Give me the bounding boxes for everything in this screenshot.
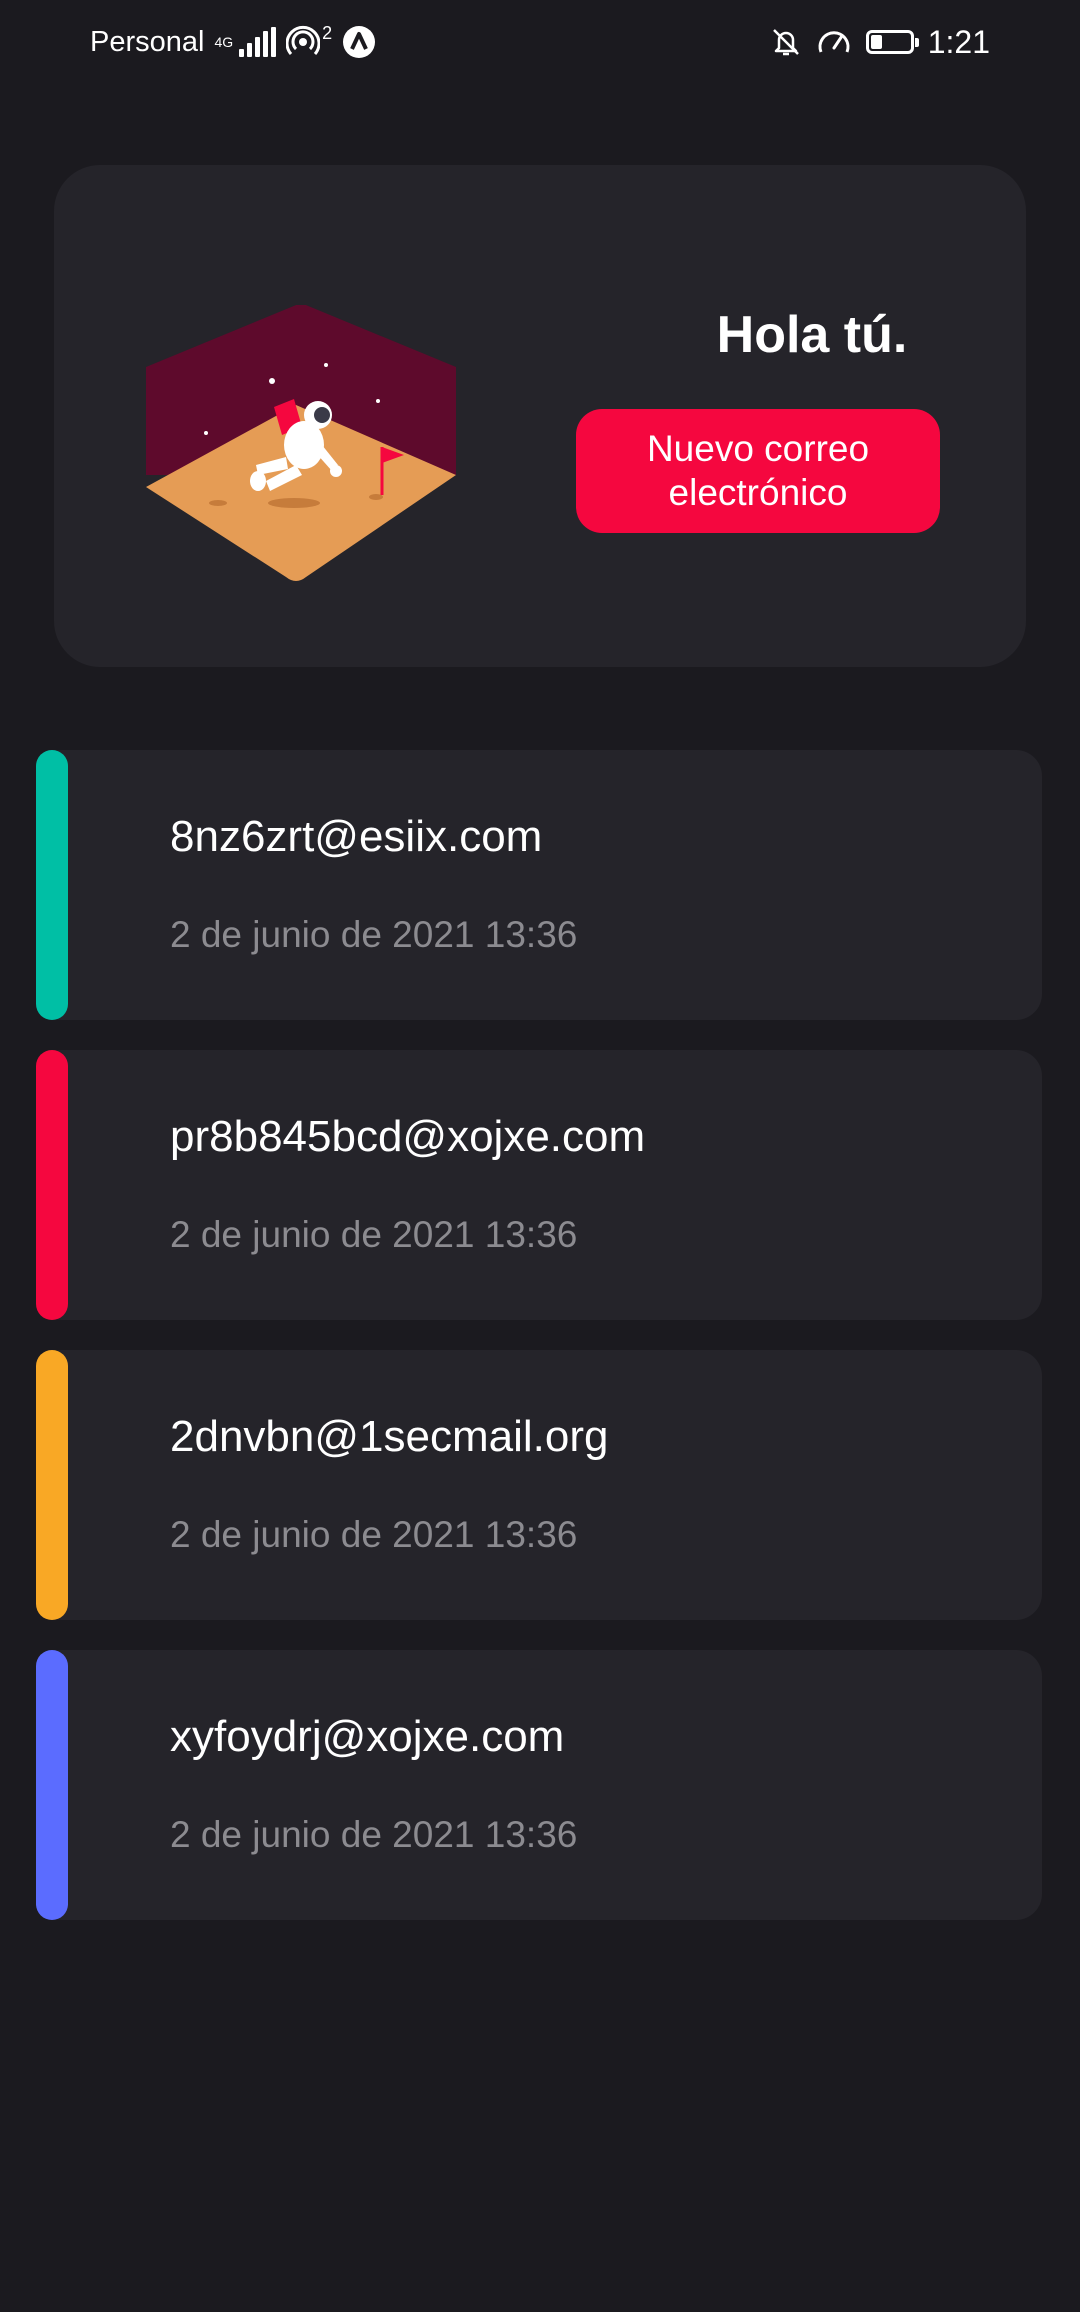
network-type-label: 4G (214, 34, 234, 50)
crater (268, 498, 320, 508)
app-screen: Personal 4G 2 1:21 Hola tú. Nuevo correo… (0, 0, 1080, 2312)
accent-bar (36, 750, 68, 1020)
mailbox-item[interactable]: xyfoydrj@xojxe.com 2 de junio de 2021 13… (36, 1650, 1042, 1920)
carrier-name: Personal (90, 25, 205, 58)
greeting-title: Hola tú. (716, 306, 908, 364)
app-notification-icon (343, 26, 376, 58)
created-date: 2 de junio de 2021 13:36 (170, 1514, 578, 1555)
email-address: 2dnvbn@1secmail.org (170, 1412, 609, 1461)
accent-bar (36, 1650, 68, 1920)
email-address: pr8b845bcd@xojxe.com (170, 1112, 646, 1161)
created-date: 2 de junio de 2021 13:36 (170, 914, 578, 955)
status-bar-left: Personal 4G 2 (90, 20, 376, 64)
speedometer-icon (818, 31, 850, 53)
hero-card: Hola tú. Nuevo correo electrónico (54, 165, 1026, 667)
star (204, 431, 208, 435)
mailbox-list: 8nz6zrt@esiix.com 2 de junio de 2021 13:… (36, 750, 1042, 1950)
star (324, 363, 328, 367)
email-address: xyfoydrj@xojxe.com (170, 1712, 565, 1761)
star (376, 399, 380, 403)
bell-off-icon (772, 29, 799, 56)
new-email-button[interactable]: Nuevo correo electrónico (576, 409, 940, 533)
clock: 1:21 (927, 23, 990, 60)
hotspot-count: 2 (322, 22, 333, 43)
crater (209, 500, 227, 506)
star (269, 378, 275, 384)
accent-bar (36, 1050, 68, 1320)
email-address: 8nz6zrt@esiix.com (170, 812, 543, 861)
mailbox-item[interactable]: 8nz6zrt@esiix.com 2 de junio de 2021 13:… (36, 750, 1042, 1020)
signal-icon (239, 27, 277, 57)
astronaut-illustration (146, 305, 456, 581)
mailbox-item[interactable]: pr8b845bcd@xojxe.com 2 de junio de 2021 … (36, 1050, 1042, 1320)
created-date: 2 de junio de 2021 13:36 (170, 1214, 578, 1255)
network-type: 4G (214, 35, 233, 49)
status-bar: Personal 4G 2 1:21 (0, 0, 1080, 84)
battery-level (870, 35, 882, 49)
status-bar-right: 1:21 (770, 20, 990, 64)
accent-bar (36, 1350, 68, 1620)
mailbox-item[interactable]: 2dnvbn@1secmail.org 2 de junio de 2021 1… (36, 1350, 1042, 1620)
battery-icon (865, 30, 919, 54)
created-date: 2 de junio de 2021 13:36 (170, 1814, 578, 1855)
hotspot-icon (286, 25, 321, 55)
